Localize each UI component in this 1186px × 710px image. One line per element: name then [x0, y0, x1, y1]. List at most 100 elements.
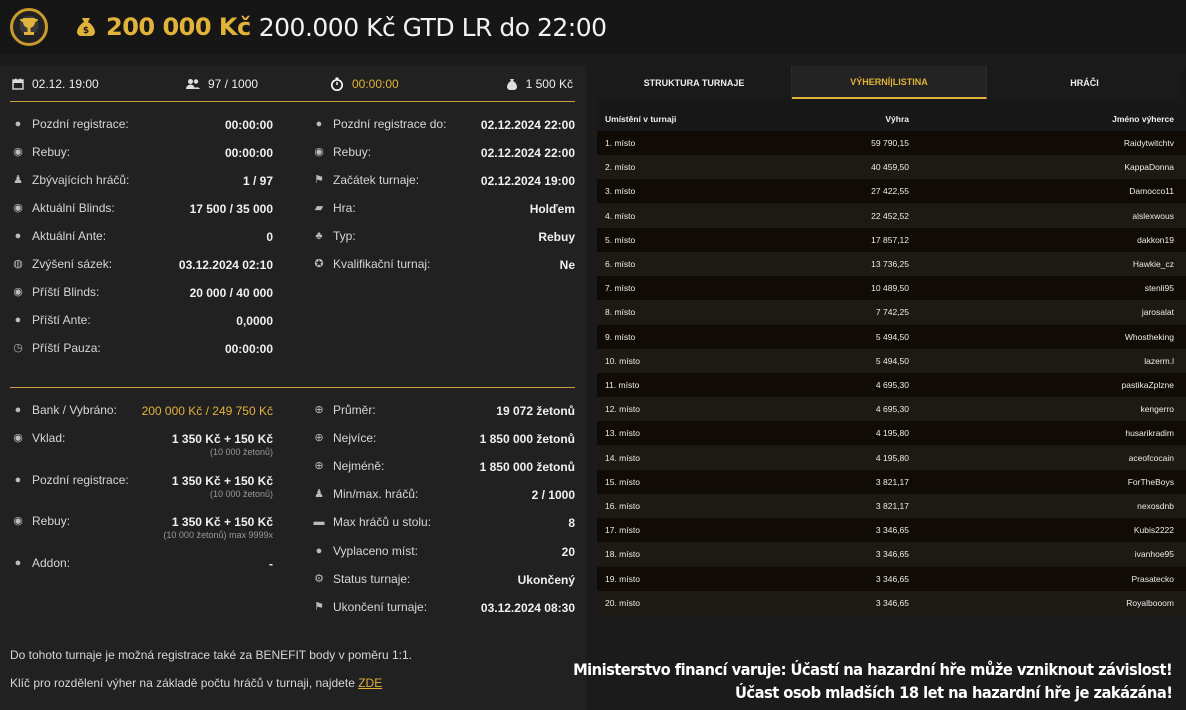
current-ante-value: 0	[266, 230, 273, 244]
prize-cell: 3 346,65	[875, 597, 909, 608]
table-row: 19. místo 3 346,65 Prasatecko	[597, 566, 1186, 591]
winner-cell: jarosalat	[1141, 307, 1174, 318]
addon-row: ● Addon:	[12, 555, 70, 571]
qualifier-value: Ne	[559, 258, 575, 272]
blinds-icon: ◉	[13, 202, 23, 214]
rebuy-value: 00:00:00	[224, 146, 273, 160]
status-value: Ukončený	[517, 573, 575, 587]
deposit-chips: (10 000 žetonů)	[209, 447, 273, 457]
users-icon: ♟	[314, 488, 324, 500]
tab-prize-list[interactable]: VÝHERNÍ|LISTINA	[792, 66, 987, 99]
late-registration-until-value: 02.12.2024 22:00	[480, 118, 575, 132]
tournament-end-row: ⚑ Ukončení turnaje:	[314, 600, 428, 614]
table-icon: ▬	[313, 516, 325, 528]
winner-cell: Damocco11	[1129, 186, 1174, 197]
winner-cell: Raidytwitchtv	[1123, 138, 1174, 148]
winner-cell: Hawkie_cz	[1132, 259, 1174, 269]
status-row: ⚙ Status turnaje:	[314, 572, 411, 586]
prize-cell: 13 736,25	[871, 259, 909, 269]
deposit-value: 1 350 Kč + 150 Kč	[171, 432, 273, 446]
prize-cell: 17 857,12	[871, 234, 909, 245]
next-break-row: ◷ Příští Pauza:	[13, 341, 101, 355]
paid-places-row: ● Vyplaceno míst:	[313, 543, 418, 559]
prize-cell: 7 742,25	[875, 307, 909, 318]
type-value: Rebuy	[538, 230, 575, 244]
min-max-players-value: 2 / 1000	[531, 488, 575, 502]
cards-icon: ▰	[314, 202, 324, 214]
winner-cell: lazerm.l	[1144, 355, 1174, 366]
table-row: 7. místo 10 489,50 stenli95	[597, 276, 1186, 301]
prize-cell: 3 346,65	[875, 525, 909, 536]
flag-icon: ⚑	[314, 174, 324, 186]
users-icon	[186, 79, 200, 89]
max-per-table-row: ▬ Max hráčů u stolu:	[313, 515, 432, 529]
type-row: ♣ Typ:	[313, 228, 355, 244]
column-header-place: Umístění v turnaji	[605, 114, 677, 124]
benefit-note: Do tohoto turnaje je možná registrace ta…	[10, 648, 412, 662]
rebuy-row: ◉ Rebuy:	[13, 145, 71, 159]
table-row: 14. místo 4 195,80 aceofcocain	[597, 445, 1186, 470]
average-stack-value: 19 072 žetonů	[496, 404, 575, 418]
clock-icon: ◷	[13, 342, 23, 354]
money-bag-icon: $	[77, 18, 95, 36]
rebuy-fee-value: 1 350 Kč + 150 Kč	[171, 515, 273, 529]
place-cell: 5. místo	[605, 234, 636, 245]
late-reg-fee-row: ● Pozdní registrace:	[12, 472, 129, 488]
current-ante-row: ● Aktuální Ante:	[12, 228, 106, 244]
place-cell: 1. místo	[605, 138, 636, 148]
max-per-table-value: 8	[568, 516, 575, 530]
users-icon: ♟	[13, 174, 23, 186]
user-clock-icon: ●	[315, 118, 323, 130]
smallest-stack-value: 1 850 000 žetonů	[479, 460, 575, 474]
table-row: 20. místo 3 346,65 Royalbooom	[597, 590, 1186, 615]
table-row: 6. místo 13 736,25 Hawkie_cz	[597, 252, 1186, 276]
chip-icon: ⊕	[314, 460, 324, 472]
place-cell: 2. místo	[605, 162, 636, 173]
trophy-logo-icon[interactable]	[10, 8, 48, 46]
tab-players[interactable]: HRÁČI	[987, 66, 1182, 99]
tournament-info-panel: 02.12. 19:00 97 / 1000 00:00:00 1 500 Kč…	[0, 66, 586, 710]
level-up-row: ◍ Zvýšení sázek:	[13, 257, 113, 271]
table-row: 17. místo 3 346,65 Kubis2222	[597, 518, 1186, 543]
next-blinds-value: 20 000 / 40 000	[189, 286, 273, 300]
prize-cell: 3 821,17	[875, 476, 909, 487]
suits-icon: ♣	[315, 230, 323, 242]
bank-collected-value: 200 000 Kč / 249 750 Kč	[141, 404, 273, 418]
chip-icon: ⊕	[314, 404, 324, 416]
payout-key-link[interactable]: ZDE	[358, 676, 382, 690]
money-bag-icon: ●	[14, 404, 22, 416]
next-blinds-row: ◉ Příští Blinds:	[13, 285, 100, 299]
winner-cell: Whostheking	[1124, 331, 1174, 342]
place-cell: 12. místo	[605, 404, 640, 415]
table-row: 9. místo 5 494,50 Whostheking	[597, 324, 1186, 349]
rebuy-icon: ◉	[13, 515, 23, 527]
prize-cell: 40 459,50	[871, 162, 909, 173]
winner-cell: pastikaZplzne	[1121, 380, 1174, 390]
winner-cell: kengerro	[1140, 404, 1174, 415]
gambling-warning: Ministerstvo financí varuje: Účastí na h…	[572, 660, 1173, 679]
winner-cell: stenli95	[1144, 283, 1174, 294]
winner-cell: aceofcocain	[1128, 452, 1174, 463]
page-title: 200.000 Kč GTD LR do 22:00	[258, 12, 607, 42]
countdown-timer-value: 00:00:00	[352, 77, 399, 91]
winner-cell: Royalbooom	[1126, 597, 1174, 608]
game-value: Holďem	[529, 202, 575, 216]
countdown-timer: 00:00:00	[330, 77, 399, 91]
divider	[10, 387, 575, 388]
table-row: 2. místo 40 459,50 KappaDonna	[597, 155, 1186, 180]
place-cell: 6. místo	[605, 259, 636, 269]
table-row: 11. místo 4 695,30 pastikaZplzne	[597, 373, 1186, 397]
smallest-stack-row: ⊕ Nejméně:	[314, 459, 385, 473]
prize-cell: 27 422,55	[871, 186, 909, 197]
coin-icon: ●	[14, 314, 22, 326]
late-reg-fee-value: 1 350 Kč + 150 Kč	[171, 474, 273, 488]
calendar-icon	[12, 78, 24, 90]
table-row: 10. místo 5 494,50 lazerm.l	[597, 348, 1186, 373]
place-cell: 13. místo	[605, 428, 640, 439]
prize-cell: 4 195,80	[875, 452, 909, 463]
table-row: 18. místo 3 346,65 ivanhoe95	[597, 542, 1186, 567]
tab-structure[interactable]: STRUKTURA TURNAJE	[597, 66, 792, 99]
medal-icon: ✪	[314, 258, 324, 270]
blinds-icon: ◉	[13, 286, 23, 298]
chip-icon: ⊕	[314, 432, 324, 444]
